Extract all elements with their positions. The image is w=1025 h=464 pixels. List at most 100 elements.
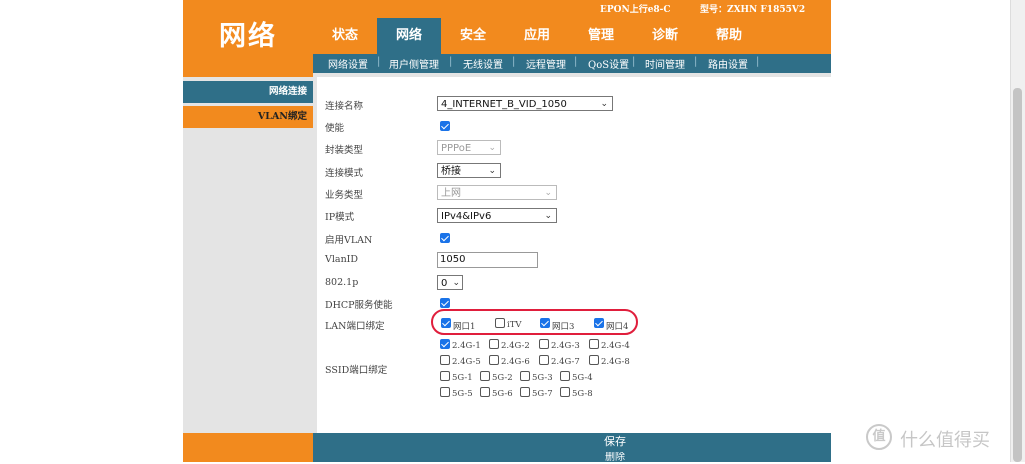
mode-select[interactable]: 桥接 ⌄ bbox=[437, 163, 501, 178]
subnav-separator: | bbox=[512, 56, 516, 67]
subtab-network-settings[interactable]: 网络设置 bbox=[328, 56, 368, 71]
ssid-checkbox[interactable] bbox=[520, 387, 530, 397]
enable-checkbox[interactable] bbox=[440, 121, 450, 131]
sidebar bbox=[183, 77, 313, 433]
vlanid-label: VlanID bbox=[325, 254, 359, 265]
ssid-label: 5G-1 bbox=[452, 373, 473, 383]
page-logo-title: 网络 bbox=[219, 21, 277, 52]
subnav-separator: | bbox=[756, 56, 760, 67]
sidebar-item-vlan-binding[interactable]: VLAN绑定 bbox=[183, 106, 313, 128]
subnav-separator: | bbox=[694, 56, 698, 67]
encap-select[interactable]: PPPoE ⌄ bbox=[437, 140, 501, 155]
watermark-text: 什么值得买 bbox=[900, 430, 990, 451]
tab-application[interactable]: 应用 bbox=[505, 18, 569, 54]
tab-network[interactable]: 网络 bbox=[377, 18, 441, 54]
subnav-separator: | bbox=[449, 56, 453, 67]
tab-diagnostics[interactable]: 诊断 bbox=[633, 18, 697, 54]
ssid-label: 2.4G-3 bbox=[551, 341, 580, 351]
ssid-checkbox[interactable] bbox=[560, 371, 570, 381]
lan-bind-label: LAN端口绑定 bbox=[325, 321, 385, 332]
subnav-separator: | bbox=[377, 56, 381, 67]
scrollbar-thumb[interactable] bbox=[1013, 88, 1022, 462]
chevron-down-icon: ⌄ bbox=[544, 211, 552, 221]
dhcp-checkbox[interactable] bbox=[440, 298, 450, 308]
dot1p-value: 0 bbox=[441, 278, 448, 289]
encap-value: PPPoE bbox=[441, 143, 472, 154]
ssid-label: 2.4G-2 bbox=[501, 341, 530, 351]
ssid-checkbox[interactable] bbox=[560, 387, 570, 397]
subtab-wireless[interactable]: 无线设置 bbox=[463, 56, 503, 71]
ssid-label: 2.4G-5 bbox=[452, 357, 481, 367]
ssid-checkbox[interactable] bbox=[489, 339, 499, 349]
dhcp-label: DHCP服务使能 bbox=[325, 300, 393, 311]
subtab-time[interactable]: 时间管理 bbox=[645, 56, 685, 71]
subtab-routing[interactable]: 路由设置 bbox=[708, 56, 748, 71]
footer-bar bbox=[313, 433, 831, 462]
ssid-bind-label: SSID端口绑定 bbox=[325, 365, 388, 376]
chevron-down-icon: ⌄ bbox=[544, 188, 552, 198]
tab-status[interactable]: 状态 bbox=[313, 18, 377, 54]
encap-label: 封装类型 bbox=[325, 145, 364, 156]
ssid-checkbox[interactable] bbox=[480, 387, 490, 397]
ssid-checkbox[interactable] bbox=[539, 339, 549, 349]
ssid-checkbox[interactable] bbox=[539, 355, 549, 365]
ssid-label: 5G-2 bbox=[492, 373, 513, 383]
ssid-label: 2.4G-8 bbox=[601, 357, 630, 367]
ssid-label: 5G-8 bbox=[572, 389, 593, 399]
ssid-checkbox[interactable] bbox=[440, 387, 450, 397]
ssid-checkbox[interactable] bbox=[589, 339, 599, 349]
model-name: 型号：ZXHN F1855V2 bbox=[700, 5, 806, 15]
ssid-label: 2.4G-4 bbox=[601, 341, 630, 351]
dot1p-label: 802.1p bbox=[325, 277, 359, 288]
sidebar-item-network-connection[interactable]: 网络连接 bbox=[183, 81, 313, 103]
enable-label: 使能 bbox=[325, 123, 345, 134]
mode-value: 桥接 bbox=[441, 166, 461, 177]
service-label: 业务类型 bbox=[325, 190, 364, 201]
tab-help[interactable]: 帮助 bbox=[697, 18, 761, 54]
tab-management[interactable]: 管理 bbox=[569, 18, 633, 54]
delete-button[interactable]: 删除 bbox=[580, 452, 650, 464]
vlanid-input[interactable]: 1050 bbox=[437, 252, 538, 268]
vlan-enable-checkbox[interactable] bbox=[440, 233, 450, 243]
conn-name-label: 连接名称 bbox=[325, 101, 364, 112]
conn-name-value: 4_INTERNET_B_VID_1050 bbox=[441, 99, 567, 110]
chevron-down-icon: ⌄ bbox=[488, 166, 496, 176]
ipmode-select[interactable]: IPv4&IPv6 ⌄ bbox=[437, 208, 557, 223]
mode-label: 连接模式 bbox=[325, 168, 364, 179]
product-name: EPON上行e8-C bbox=[600, 5, 671, 15]
service-value: 上网 bbox=[441, 188, 461, 199]
ssid-label: 5G-3 bbox=[532, 373, 553, 383]
ssid-checkbox[interactable] bbox=[440, 371, 450, 381]
ssid-label: 2.4G-6 bbox=[501, 357, 530, 367]
annotation-circle bbox=[431, 309, 638, 335]
ssid-checkbox[interactable] bbox=[480, 371, 490, 381]
ipmode-value: IPv4&IPv6 bbox=[441, 211, 492, 222]
ssid-checkbox[interactable] bbox=[589, 355, 599, 365]
chevron-down-icon: ⌄ bbox=[452, 278, 460, 288]
footer-left-bar bbox=[183, 433, 313, 462]
subnav-separator: | bbox=[632, 56, 636, 67]
ssid-checkbox[interactable] bbox=[440, 339, 450, 349]
tab-security[interactable]: 安全 bbox=[441, 18, 505, 54]
subtab-qos[interactable]: QoS设置 bbox=[588, 56, 629, 71]
watermark-logo-icon: 值 bbox=[866, 424, 892, 450]
subnav-separator: | bbox=[574, 56, 578, 67]
service-select[interactable]: 上网 ⌄ bbox=[437, 185, 557, 200]
subtab-user-side[interactable]: 用户侧管理 bbox=[389, 56, 439, 71]
ssid-label: 5G-6 bbox=[492, 389, 513, 399]
ssid-label: 5G-4 bbox=[572, 373, 593, 383]
subtab-remote[interactable]: 远程管理 bbox=[526, 56, 566, 71]
vlan-enable-label: 启用VLAN bbox=[325, 235, 373, 246]
chevron-down-icon: ⌄ bbox=[600, 99, 608, 109]
conn-name-select[interactable]: 4_INTERNET_B_VID_1050 ⌄ bbox=[437, 96, 613, 111]
chevron-down-icon: ⌄ bbox=[488, 143, 496, 153]
ssid-checkbox[interactable] bbox=[489, 355, 499, 365]
save-button[interactable]: 保存 bbox=[580, 434, 650, 450]
ssid-label: 5G-5 bbox=[452, 389, 473, 399]
ssid-label: 5G-7 bbox=[532, 389, 553, 399]
dot1p-select[interactable]: 0 ⌄ bbox=[437, 275, 463, 290]
ssid-checkbox[interactable] bbox=[440, 355, 450, 365]
ssid-checkbox[interactable] bbox=[520, 371, 530, 381]
ipmode-label: IP模式 bbox=[325, 212, 355, 223]
ssid-label: 2.4G-1 bbox=[452, 341, 481, 351]
